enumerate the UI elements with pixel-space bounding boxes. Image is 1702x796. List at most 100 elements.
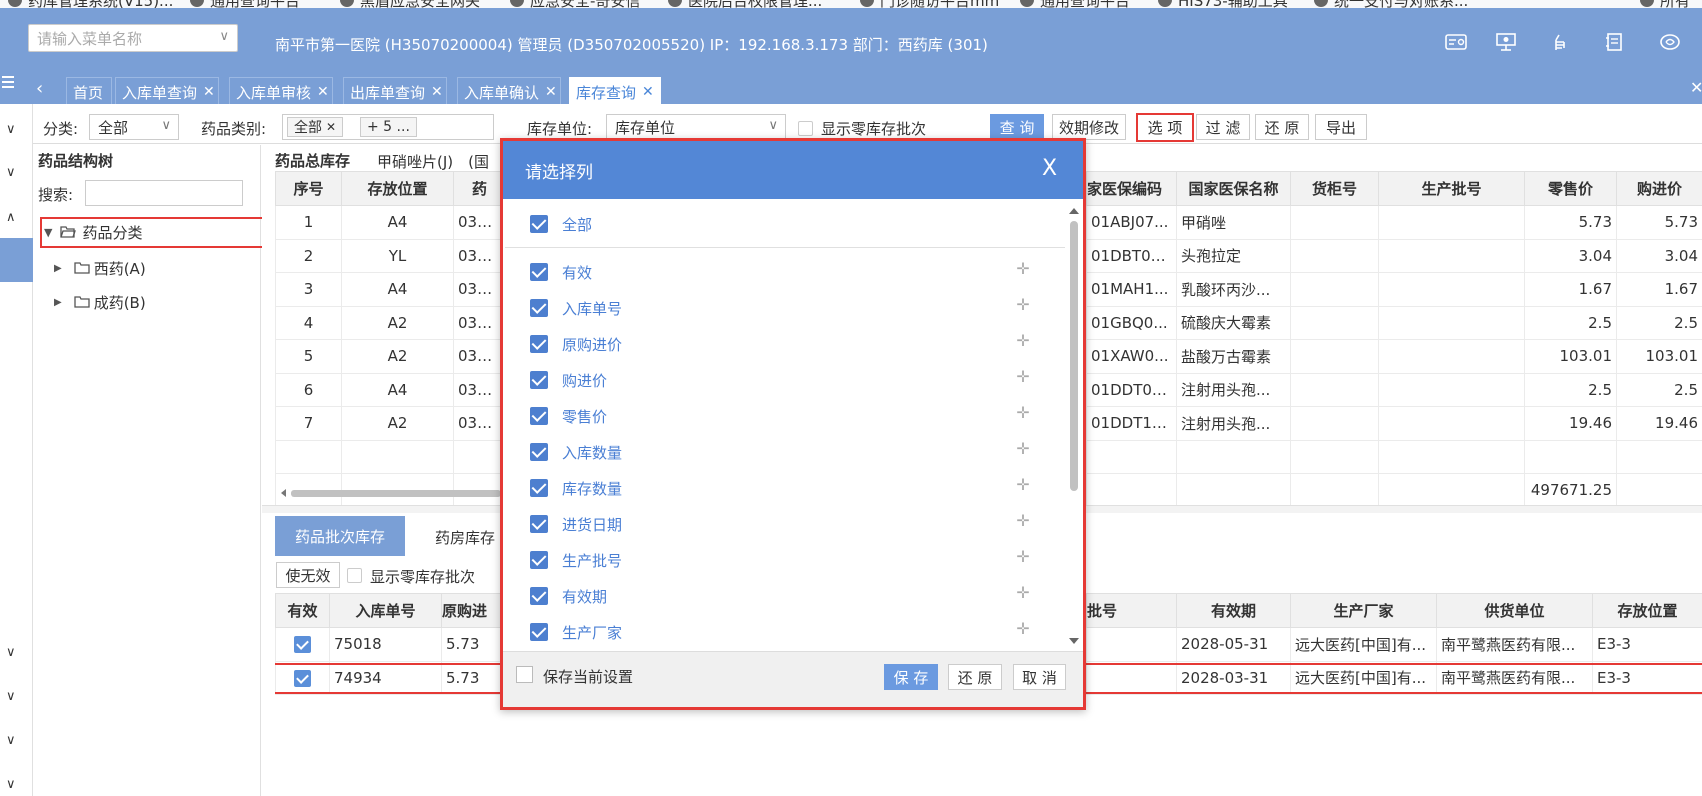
bookmark-item[interactable]: 黑盾应急安全网关 bbox=[340, 0, 480, 8]
bookmark-item[interactable]: 统一支付与对账系... bbox=[1314, 0, 1468, 8]
drag-handle-icon[interactable]: ✛ bbox=[1015, 621, 1031, 637]
column-header[interactable]: 生产批号 bbox=[1378, 171, 1525, 206]
checkbox-checked-icon[interactable] bbox=[530, 407, 548, 425]
bookmark-item[interactable]: 门诊随访平台mm bbox=[860, 0, 999, 8]
table-row[interactable]: 01XAW0... 盐酸万古霉素 103.01 103.01 bbox=[1086, 339, 1702, 374]
table-row[interactable]: 6 A4 03301 bbox=[275, 372, 506, 407]
horizontal-scrollbar[interactable] bbox=[275, 485, 505, 497]
close-all-tabs-icon[interactable]: ✕ bbox=[1690, 78, 1702, 97]
column-header[interactable]: 批号 bbox=[1086, 593, 1177, 628]
lower-show-zero-checkbox[interactable] bbox=[347, 568, 362, 583]
column-header[interactable]: 有效 bbox=[275, 593, 330, 628]
bookmark-item[interactable]: 药库管理系统(V15)... bbox=[8, 0, 173, 8]
category-select[interactable]: 全部 ∨ bbox=[89, 114, 179, 140]
drag-handle-icon[interactable]: ✛ bbox=[1015, 297, 1031, 313]
column-header[interactable]: 购进价 bbox=[1616, 171, 1702, 206]
table-row[interactable]: 75018 5.73 bbox=[275, 627, 506, 662]
checkbox-checked-icon[interactable] bbox=[530, 335, 548, 353]
tab-scroll-left-icon[interactable]: ‹ bbox=[36, 78, 43, 99]
column-header[interactable]: 零售价 bbox=[1524, 171, 1617, 206]
checkbox-checked-icon[interactable] bbox=[530, 299, 548, 317]
column-header[interactable]: 货柜号 bbox=[1290, 171, 1379, 206]
checkbox-checked-icon[interactable] bbox=[530, 623, 548, 641]
table-row[interactable]: 01DBT07... 头孢拉定 3.04 3.04 bbox=[1086, 238, 1702, 273]
close-icon[interactable]: ✕ bbox=[431, 84, 443, 100]
column-option[interactable]: 零售价 bbox=[530, 406, 607, 426]
close-icon[interactable]: ✕ bbox=[317, 84, 329, 100]
column-header[interactable]: 家医保编码 bbox=[1086, 171, 1177, 206]
tab-inbound-query[interactable]: 入库单查询 ✕ bbox=[115, 77, 219, 107]
checkbox-checked-icon[interactable] bbox=[530, 443, 548, 461]
checkbox-checked-icon[interactable] bbox=[530, 215, 548, 233]
column-option[interactable]: 有效 bbox=[530, 262, 592, 282]
column-header[interactable]: 入库单号 bbox=[329, 593, 442, 628]
expiry-edit-button[interactable]: 效期修改 bbox=[1052, 114, 1126, 140]
menu-search-input[interactable]: 请输入菜单名称 ∨ bbox=[28, 24, 238, 52]
table-row[interactable]: 1 A4 03203 bbox=[275, 205, 506, 240]
reset-button[interactable]: 还 原 bbox=[948, 664, 1002, 690]
column-option[interactable]: 入库数量 bbox=[530, 442, 622, 462]
tab-stock-query[interactable]: 库存查询 ✕ bbox=[569, 77, 661, 107]
table-row[interactable]: 01DDT10... 注射用头孢... 19.46 19.46 bbox=[1086, 406, 1702, 441]
column-option[interactable]: 生产批号 bbox=[530, 550, 622, 570]
drug-type-chip[interactable]: 全部 ✕ bbox=[287, 117, 344, 137]
column-header[interactable]: 序号 bbox=[275, 171, 342, 206]
hand-icon[interactable] bbox=[1548, 32, 1572, 52]
valid-checkbox[interactable] bbox=[294, 636, 311, 654]
logout-icon[interactable] bbox=[1658, 32, 1682, 52]
tab-inbound-audit[interactable]: 入库单审核 ✕ bbox=[229, 77, 333, 107]
tab-inbound-confirm[interactable]: 入库单确认 ✕ bbox=[457, 77, 561, 107]
close-icon[interactable]: X bbox=[1042, 156, 1057, 181]
table-row[interactable]: 5 A2 03301 bbox=[275, 339, 506, 374]
drag-handle-icon[interactable]: ✛ bbox=[1015, 405, 1031, 421]
checkbox-checked-icon[interactable] bbox=[530, 371, 548, 389]
unit-select[interactable]: 库存单位 ∨ bbox=[606, 114, 786, 140]
column-header[interactable]: 供货单位 bbox=[1436, 593, 1593, 628]
drag-handle-icon[interactable]: ✛ bbox=[1015, 261, 1031, 277]
save-setting-checkbox[interactable] bbox=[516, 666, 533, 683]
table-row[interactable]: 01GBQ0... 硫酸庆大霉素 2.5 2.5 bbox=[1086, 305, 1702, 340]
close-icon[interactable]: ✕ bbox=[326, 120, 336, 134]
monitor-icon[interactable] bbox=[1494, 32, 1518, 52]
options-button[interactable]: 选 项 bbox=[1136, 113, 1194, 142]
column-option[interactable]: 原购进价 bbox=[530, 334, 622, 354]
table-row[interactable]: 2028-05-31 远大医药[中国]有... 南平鹭燕医药有限... E3-3 bbox=[1086, 627, 1702, 662]
table-row[interactable]: 01DDT08... 注射用头孢... 2.5 2.5 bbox=[1086, 372, 1702, 407]
tab-batch-stock[interactable]: 药品批次库存 bbox=[275, 516, 405, 556]
show-zero-stock-checkbox[interactable] bbox=[798, 121, 813, 136]
drag-handle-icon[interactable]: ✛ bbox=[1015, 549, 1031, 565]
bookmark-item[interactable]: 通用查询平台 bbox=[190, 0, 300, 8]
chevron-down-icon[interactable]: ∨ bbox=[6, 165, 16, 180]
table-row[interactable]: 7 A2 03302 bbox=[275, 406, 506, 441]
checkbox-checked-icon[interactable] bbox=[530, 515, 548, 533]
drag-handle-icon[interactable]: ✛ bbox=[1015, 333, 1031, 349]
table-row[interactable]: 4 A2 03301 bbox=[275, 305, 506, 340]
drag-handle-icon[interactable]: ✛ bbox=[1015, 441, 1031, 457]
column-option-all[interactable]: 全部 bbox=[530, 214, 592, 234]
tree-node-patent-medicine[interactable]: ▶ 成药(B) bbox=[54, 292, 146, 313]
drug-type-more-chip[interactable]: + 5 ... bbox=[360, 117, 417, 137]
column-option[interactable]: 进货日期 bbox=[530, 514, 622, 534]
filter-button[interactable]: 过 滤 bbox=[1196, 114, 1250, 140]
column-header[interactable]: 存放位置 bbox=[341, 171, 454, 206]
tree-node-drug-category[interactable]: ▼ 药品分类 bbox=[40, 217, 262, 248]
column-header[interactable]: 国家医保名称 bbox=[1176, 171, 1291, 206]
document-icon[interactable] bbox=[1602, 32, 1626, 52]
bookmark-item[interactable]: 通用查询平台 bbox=[1020, 0, 1130, 8]
table-row[interactable]: 2 YL 03205 bbox=[275, 238, 506, 273]
checkbox-checked-icon[interactable] bbox=[530, 551, 548, 569]
id-card-icon[interactable] bbox=[1444, 32, 1468, 52]
tab-outbound-query[interactable]: 出库单查询 ✕ bbox=[343, 77, 447, 107]
column-header[interactable]: 有效期 bbox=[1176, 593, 1291, 628]
chevron-up-icon[interactable]: ∧ bbox=[6, 210, 16, 225]
export-button[interactable]: 导出 bbox=[1315, 114, 1367, 140]
chevron-down-icon[interactable]: ∨ bbox=[6, 122, 16, 137]
bookmark-item[interactable]: 应急安全-奇安信 bbox=[510, 0, 640, 8]
table-row[interactable]: 3 A4 03300 bbox=[275, 272, 506, 307]
column-option[interactable]: 库存数量 bbox=[530, 478, 622, 498]
table-row[interactable]: 01ABJ07... 甲硝唑 5.73 5.73 bbox=[1086, 205, 1702, 240]
column-option[interactable]: 有效期 bbox=[530, 586, 607, 606]
column-header[interactable]: 存放位置 bbox=[1592, 593, 1702, 628]
restore-button[interactable]: 还 原 bbox=[1255, 114, 1309, 140]
close-icon[interactable]: ✕ bbox=[642, 84, 654, 100]
